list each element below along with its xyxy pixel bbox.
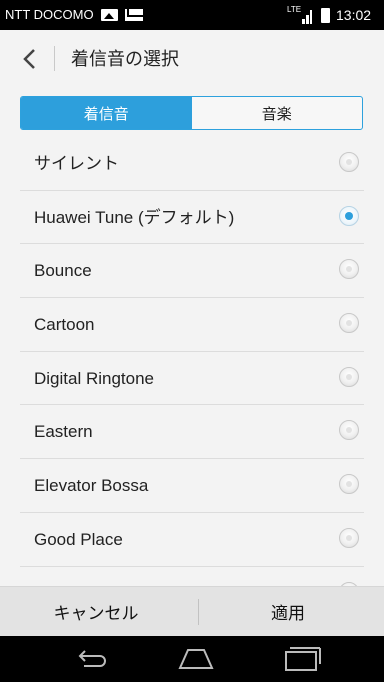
- title-bar: 着信音の選択: [0, 30, 384, 86]
- list-item[interactable]: Grassland Dance: [20, 567, 364, 587]
- page-title: 着信音の選択: [71, 49, 179, 70]
- mail-icon: [125, 9, 143, 21]
- list-item[interactable]: Huawei Tune (デフォルト): [20, 191, 364, 245]
- list-item-label: サイレント: [34, 154, 119, 173]
- list-item[interactable]: Bounce: [20, 244, 364, 299]
- tab-music[interactable]: 音楽: [192, 97, 363, 129]
- title-divider: [54, 46, 55, 71]
- carrier-name: NTT DOCOMO: [5, 7, 94, 22]
- apply-button[interactable]: 適用: [192, 587, 384, 636]
- recents-icon[interactable]: [282, 644, 322, 674]
- list-item[interactable]: Cartoon: [20, 298, 364, 352]
- signal-icon: [302, 10, 312, 24]
- list-item-label: Eastern: [34, 422, 93, 442]
- list-item-label: Huawei Tune (デフォルト): [34, 207, 235, 227]
- list-item[interactable]: Good Place: [20, 513, 364, 567]
- action-bar: キャンセル 適用: [0, 586, 384, 636]
- ringtone-list[interactable]: サイレント Huawei Tune (デフォルト) Bounce Cartoon…: [0, 137, 384, 586]
- radio-button[interactable]: [339, 313, 359, 334]
- list-item[interactable]: Digital Ringtone: [20, 352, 364, 406]
- list-item-label: Digital Ringtone: [34, 368, 155, 388]
- radio-button[interactable]: [339, 527, 359, 548]
- radio-button[interactable]: [339, 152, 359, 172]
- list-item[interactable]: Elevator Bossa: [20, 459, 364, 513]
- radio-button[interactable]: [339, 420, 359, 441]
- navigation-bar: [0, 636, 384, 682]
- photo-icon: [101, 9, 118, 21]
- radio-button[interactable]: [339, 366, 359, 387]
- status-bar: NTT DOCOMO LTE 13:02: [0, 0, 384, 30]
- list-item-label: Grassland Dance: [34, 567, 165, 587]
- action-divider: [198, 599, 199, 625]
- battery-icon: [321, 8, 330, 23]
- radio-button[interactable]: [339, 474, 359, 495]
- list-item-label: Elevator Bossa: [34, 476, 149, 496]
- tab-bar: 着信音 音楽: [20, 96, 363, 130]
- list-item[interactable]: サイレント: [20, 137, 364, 191]
- list-item[interactable]: Eastern: [20, 405, 364, 460]
- chevron-left-icon[interactable]: [20, 48, 42, 70]
- list-item-label: Good Place: [34, 529, 123, 549]
- cancel-button[interactable]: キャンセル: [0, 587, 192, 636]
- radio-button-selected[interactable]: [339, 205, 359, 226]
- home-icon[interactable]: [176, 644, 216, 674]
- list-item-label: Cartoon: [34, 315, 95, 335]
- tab-ringtone[interactable]: 着信音: [21, 97, 192, 129]
- list-item-label: Bounce: [34, 261, 92, 281]
- radio-button[interactable]: [339, 259, 359, 280]
- clock: 13:02: [336, 7, 372, 23]
- back-icon[interactable]: [72, 644, 112, 674]
